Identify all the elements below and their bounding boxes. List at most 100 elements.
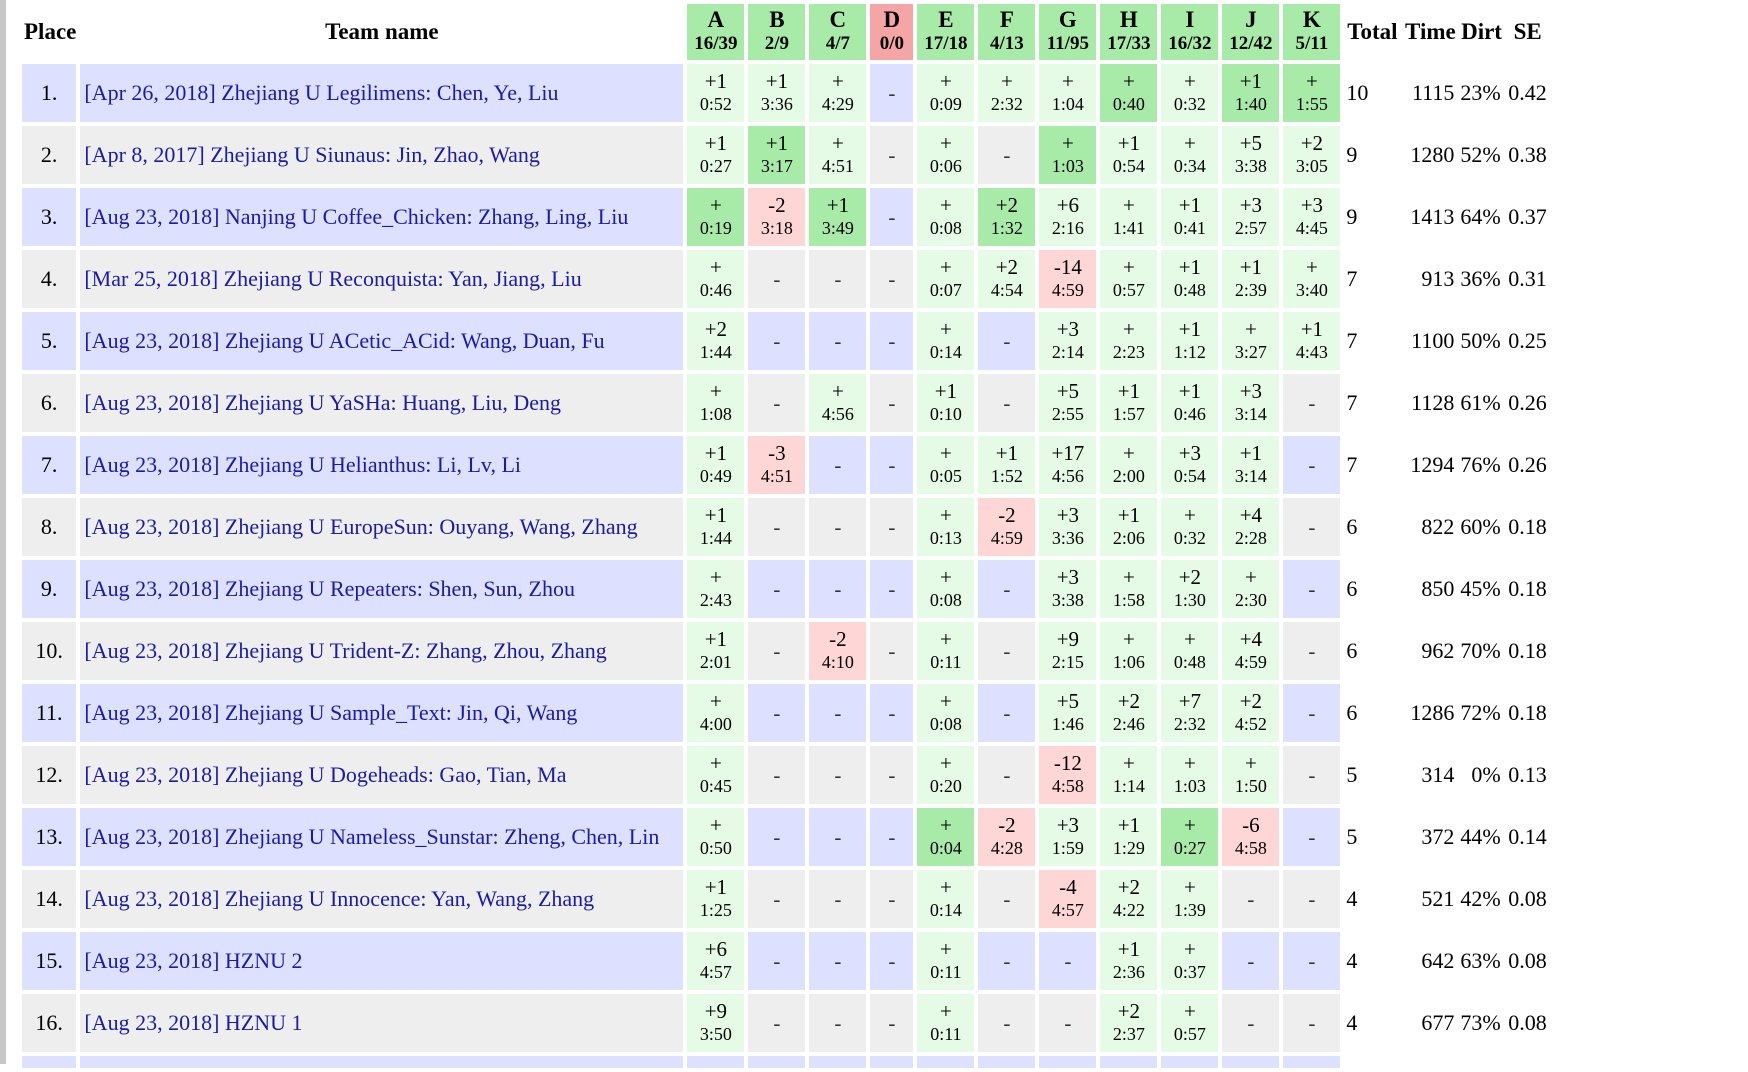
result-cell-e[interactable]: +0:13	[917, 498, 975, 556]
result-cell-g[interactable]: +6 2:16	[1039, 188, 1097, 246]
result-cell-e[interactable]: +0:06	[917, 126, 975, 184]
result-cell-a[interactable]: +0:19	[687, 188, 745, 246]
team-link[interactable]: [Aug 23, 2018] Zhejiang U Dogeheads: Gao…	[84, 762, 566, 787]
result-cell-i[interactable]: +3 0:54	[1161, 436, 1219, 494]
result-cell-h[interactable]: +1 0:54	[1100, 126, 1158, 184]
result-cell-h[interactable]: +2:00	[1100, 436, 1158, 494]
team-link[interactable]: [Aug 23, 2018] Zhejiang U Innocence: Yan…	[84, 886, 594, 911]
result-cell-e[interactable]: +0:08	[917, 188, 975, 246]
result-cell-a[interactable]: +9 3:50	[687, 994, 745, 1052]
result-cell-c[interactable]: +1 3:49	[809, 188, 867, 246]
result-cell-j[interactable]: +4 4:59	[1222, 622, 1280, 680]
result-cell-a[interactable]: +6 4:57	[687, 932, 745, 990]
result-cell-a[interactable]: +1 2:01	[687, 622, 745, 680]
problem-header-j[interactable]: J 12/42	[1222, 4, 1280, 60]
problem-header-d[interactable]: D 0/0	[870, 4, 914, 60]
result-cell-g[interactable]: +3 3:36	[1039, 498, 1097, 556]
result-cell-a[interactable]: +1 0:27	[687, 126, 745, 184]
result-cell-j[interactable]: +1:50	[1222, 746, 1280, 804]
result-cell-a[interactable]: +2 1:44	[687, 312, 745, 370]
result-cell-e[interactable]: +0:09	[917, 64, 975, 122]
result-cell-g[interactable]: +1:04	[1039, 64, 1097, 122]
result-cell-k[interactable]: +3:40	[1283, 250, 1341, 308]
result-cell-k[interactable]: +3 4:45	[1283, 188, 1341, 246]
result-cell-f[interactable]: -2 4:59	[978, 498, 1036, 556]
result-cell-j[interactable]: -6 4:58	[1222, 808, 1280, 866]
team-link[interactable]: [Aug 23, 2018] Zhejiang U Trident-Z: Zha…	[84, 638, 606, 663]
result-cell-b[interactable]: +1 3:17	[748, 126, 806, 184]
result-cell-e[interactable]: +0:14	[917, 312, 975, 370]
problem-header-g[interactable]: G 11/95	[1039, 4, 1097, 60]
result-cell-e[interactable]: +0:05	[917, 436, 975, 494]
result-cell-h[interactable]: +1:14	[1100, 746, 1158, 804]
result-cell-c[interactable]: +4:56	[809, 374, 867, 432]
team-link[interactable]: [Apr 8, 2017] Zhejiang U Siunaus: Jin, Z…	[84, 142, 539, 167]
problem-header-c[interactable]: C 4/7	[809, 4, 867, 60]
result-cell-i[interactable]: +0:32	[1161, 498, 1219, 556]
team-link[interactable]: [Aug 23, 2018] Zhejiang U EuropeSun: Ouy…	[84, 514, 637, 539]
result-cell-e[interactable]: +0:11	[917, 622, 975, 680]
result-cell-h[interactable]: +2 2:37	[1100, 994, 1158, 1052]
result-cell-i[interactable]: +1:39	[1161, 870, 1219, 928]
result-cell-c[interactable]: -2 4:10	[809, 622, 867, 680]
result-cell-a[interactable]: +0:46	[687, 250, 745, 308]
result-cell-i[interactable]: +2 1:30	[1161, 560, 1219, 618]
result-cell-a[interactable]: +1:08	[687, 374, 745, 432]
result-cell-h[interactable]: +1:58	[1100, 560, 1158, 618]
result-cell-j[interactable]: +3 3:14	[1222, 374, 1280, 432]
result-cell-h[interactable]: +0:57	[1100, 250, 1158, 308]
result-cell-h[interactable]: +1 2:36	[1100, 932, 1158, 990]
col-header-dirt[interactable]: Dirt	[1460, 4, 1502, 60]
result-cell-g[interactable]: +1:03	[1039, 126, 1097, 184]
problem-header-a[interactable]: A 16/39	[687, 4, 745, 60]
result-cell-i[interactable]: +7 2:32	[1161, 684, 1219, 742]
result-cell-k[interactable]: +1:55	[1283, 64, 1341, 122]
result-cell-e[interactable]: +0:11	[917, 994, 975, 1052]
result-cell-j[interactable]: +2:30	[1222, 560, 1280, 618]
result-cell-a[interactable]: +0:45	[687, 746, 745, 804]
result-cell-g[interactable]: +3 3:38	[1039, 560, 1097, 618]
result-cell-e[interactable]: +0:08	[917, 684, 975, 742]
result-cell-b[interactable]: +1 3:36	[748, 64, 806, 122]
result-cell-a[interactable]: +0:50	[687, 808, 745, 866]
result-cell-j[interactable]: +1 1:40	[1222, 64, 1280, 122]
team-link[interactable]: [Aug 23, 2018] Zhejiang U YaSHa: Huang, …	[84, 390, 561, 415]
problem-header-i[interactable]: I 16/32	[1161, 4, 1219, 60]
team-link[interactable]: [Apr 26, 2018] Zhejiang U Legilimens: Ch…	[84, 80, 558, 105]
result-cell-a[interactable]: +4:00	[687, 684, 745, 742]
result-cell-b[interactable]: -2 3:18	[748, 188, 806, 246]
result-cell-j[interactable]: +4 2:28	[1222, 498, 1280, 556]
team-link[interactable]: [Aug 23, 2018] Zhejiang U Helianthus: Li…	[84, 452, 521, 477]
problem-header-b[interactable]: B 2/9	[748, 4, 806, 60]
col-header-team[interactable]: Team name	[80, 4, 683, 60]
problem-header-h[interactable]: H 17/33	[1100, 4, 1158, 60]
result-cell-i[interactable]: +1 0:41	[1161, 188, 1219, 246]
col-header-total[interactable]: Total	[1344, 4, 1400, 60]
result-cell-j[interactable]: +1 3:14	[1222, 436, 1280, 494]
problem-header-e[interactable]: E 17/18	[917, 4, 975, 60]
result-cell-j[interactable]: +3 2:57	[1222, 188, 1280, 246]
result-cell-c[interactable]: +4:29	[809, 64, 867, 122]
result-cell-g[interactable]: +5 2:55	[1039, 374, 1097, 432]
problem-header-f[interactable]: F 4/13	[978, 4, 1036, 60]
result-cell-g[interactable]: -14 4:59	[1039, 250, 1097, 308]
result-cell-h[interactable]: +1 1:57	[1100, 374, 1158, 432]
result-cell-g[interactable]: -4 4:57	[1039, 870, 1097, 928]
result-cell-a[interactable]: +1 0:49	[687, 436, 745, 494]
result-cell-j[interactable]: +3:27	[1222, 312, 1280, 370]
result-cell-g[interactable]: +17 4:56	[1039, 436, 1097, 494]
result-cell-f[interactable]: +1 1:52	[978, 436, 1036, 494]
result-cell-i[interactable]: +0:37	[1161, 932, 1219, 990]
team-link[interactable]: [Aug 23, 2018] Nanjing U Coffee_Chicken:…	[84, 204, 628, 229]
result-cell-h[interactable]: +2 2:46	[1100, 684, 1158, 742]
result-cell-i[interactable]: +0:57	[1161, 994, 1219, 1052]
result-cell-k[interactable]: +1 4:43	[1283, 312, 1341, 370]
team-link[interactable]: [Aug 23, 2018] HZNU 1	[84, 1010, 302, 1035]
result-cell-h[interactable]: +1:06	[1100, 622, 1158, 680]
result-cell-g[interactable]: -12 4:58	[1039, 746, 1097, 804]
result-cell-i[interactable]: +1 0:46	[1161, 374, 1219, 432]
team-link[interactable]: [Aug 23, 2018] Zhejiang U Nameless_Sunst…	[84, 824, 659, 849]
team-link[interactable]: [Aug 23, 2018] HZNU 2	[84, 948, 302, 973]
result-cell-f[interactable]: -2 4:28	[978, 808, 1036, 866]
result-cell-e[interactable]: +0:11	[917, 932, 975, 990]
